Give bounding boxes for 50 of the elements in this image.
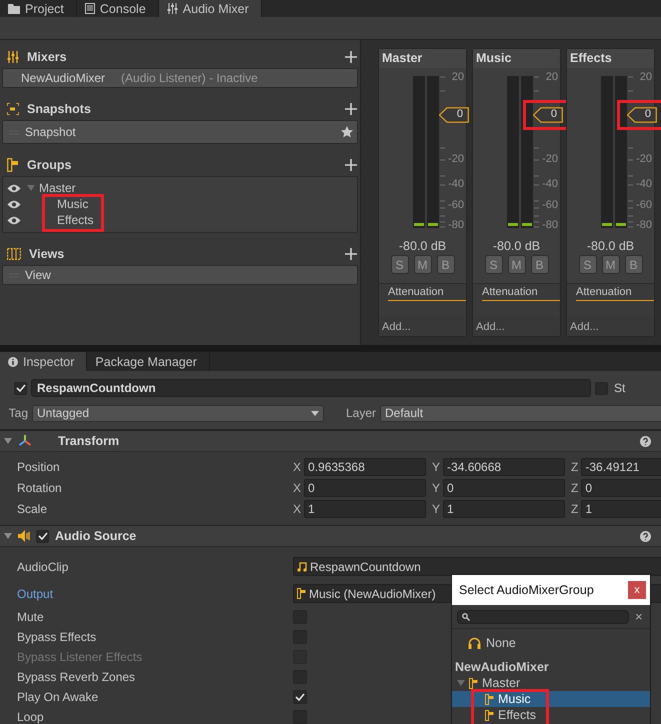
scale-label: -80 [542,220,558,231]
axis-label: Z [571,480,578,494]
axis-label: Y [432,502,440,516]
scale-label: -60 [448,200,464,211]
property-label: Play On Awake [17,690,100,704]
popup-title: Select AudioMixerGroup [459,583,594,597]
property-label: Loop [17,710,45,724]
property-label: Bypass Effects [17,630,98,644]
axis-label: Y [432,460,440,474]
scale-label: -40 [448,178,464,190]
scale-label: -20 [542,154,558,165]
scale-label: -20 [448,154,464,165]
scale-label: -60 [636,200,652,211]
volume-reading: -80.0 dB [492,239,542,254]
field-label: Layer [344,406,376,420]
scale-label: 20 [640,72,652,83]
scale-label: -80 [636,220,652,231]
section-title: Views [29,247,64,261]
strip-title: Effects [567,49,654,68]
volume-reading: -80.0 dB [398,239,448,254]
mixer-heading: NewAudioMixer [454,660,550,675]
axis-label: X [293,460,302,474]
property-label: Mute [17,610,45,624]
axis-label: Z [571,460,578,474]
axis-label: Z [571,502,578,516]
scale-label: -60 [542,200,558,211]
property-label: Position [17,460,61,474]
property-label: AudioClip [17,560,70,574]
scale-label: -20 [636,154,652,165]
strip-title: Music [473,49,560,68]
field-label: Tag [8,406,28,420]
scale-label: -40 [542,178,558,190]
scale-label: -40 [636,178,652,190]
property-label: Output [17,586,54,600]
axis-label: X [293,502,302,516]
section-title: Mixers [27,50,67,64]
scale-label: 20 [452,72,464,83]
property-label: Rotation [17,480,63,494]
property-label: Scale [17,502,48,516]
section-title: Snapshots [27,102,91,116]
axis-label: Y [432,480,440,494]
strip-title: Master [379,49,466,68]
static-label: St [614,381,626,395]
property-label: Bypass Reverb Zones [17,670,136,684]
axis-label: X [293,480,302,494]
property-label: Bypass Listener Effects [17,650,144,664]
scale-label: -80 [448,220,464,231]
section-title: Groups [27,158,72,172]
scale-label: 20 [546,72,558,83]
volume-reading: -80.0 dB [586,239,636,254]
